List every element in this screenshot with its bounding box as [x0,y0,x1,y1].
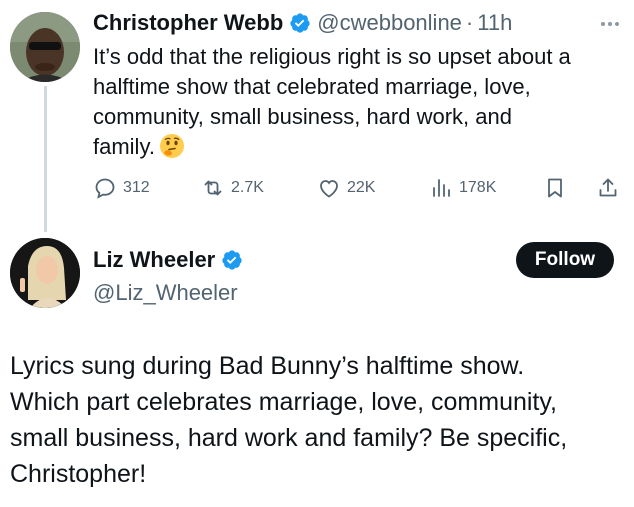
tweet-text-line: Christopher! [10,460,147,488]
share-icon [599,178,617,197]
tweet-header: Christopher Webb @cwebbonline · 11h [93,6,628,40]
tweet2-text: Lyrics sung during Bad Bunny’s halftime … [10,348,630,492]
more-options-icon[interactable] [600,14,620,34]
bookmark-icon [548,178,562,198]
avatar-christopher-webb[interactable] [10,12,80,82]
tweet-text-line: halftime show that celebrated marriage, … [93,74,531,99]
separator-dot: · [465,10,474,35]
tweet-text-line: Lyrics sung during Bad Bunny’s halftime … [10,352,525,380]
heart-icon [320,180,338,198]
verified-badge-icon [289,12,311,34]
author-name[interactable]: Christopher Webb [93,10,283,36]
author-handle[interactable]: @Liz_Wheeler [93,280,243,306]
tweet-timestamp[interactable]: 11h [477,10,512,36]
repost-icon [204,180,222,196]
thread-connector-line [44,86,47,232]
tweet-text-line: small business, hard work and family? Be… [10,424,568,452]
views-chart-icon [433,179,450,197]
like-button[interactable]: 22K [317,171,375,205]
avatar-image [10,12,80,82]
reply-icon [95,178,115,199]
tweet-text-line: Which part celebrates marriage, love, co… [10,388,557,416]
views-button[interactable]: 178K [429,171,496,205]
thinking-face-icon [159,133,185,159]
tweet-text-line: community, small business, hard work, an… [93,104,512,129]
tweet2-header: Liz Wheeler @Liz_Wheeler [93,244,243,306]
bookmark-button[interactable] [543,171,567,205]
repost-button[interactable]: 2.7K [201,171,264,205]
tweet-christopher-webb[interactable]: Christopher Webb @cwebbonline · 11h It’s… [93,6,628,162]
tweet-text-line: It’s odd that the religious right is so … [93,44,571,69]
tweet-text: It’s odd that the religious right is so … [93,42,623,162]
tweet-action-bar: 312 2.7K 22K 178K [93,171,628,205]
tweet-text-line: family. [93,134,155,159]
reply-count: 312 [123,179,150,196]
verified-badge-icon [221,249,243,271]
avatar-liz-wheeler[interactable] [10,238,80,308]
tweet-text-last-line: family. [93,132,623,162]
repost-count: 2.7K [231,179,264,196]
author-name[interactable]: Liz Wheeler [93,247,215,273]
share-button[interactable] [596,171,620,205]
reply-button[interactable]: 312 [93,171,150,205]
like-count: 22K [347,179,376,196]
follow-button[interactable]: Follow [516,242,614,278]
author-name-row: Liz Wheeler [93,244,243,276]
author-handle[interactable]: @cwebbonline [317,10,462,36]
avatar-image [10,238,80,308]
views-count: 178K [459,179,497,196]
